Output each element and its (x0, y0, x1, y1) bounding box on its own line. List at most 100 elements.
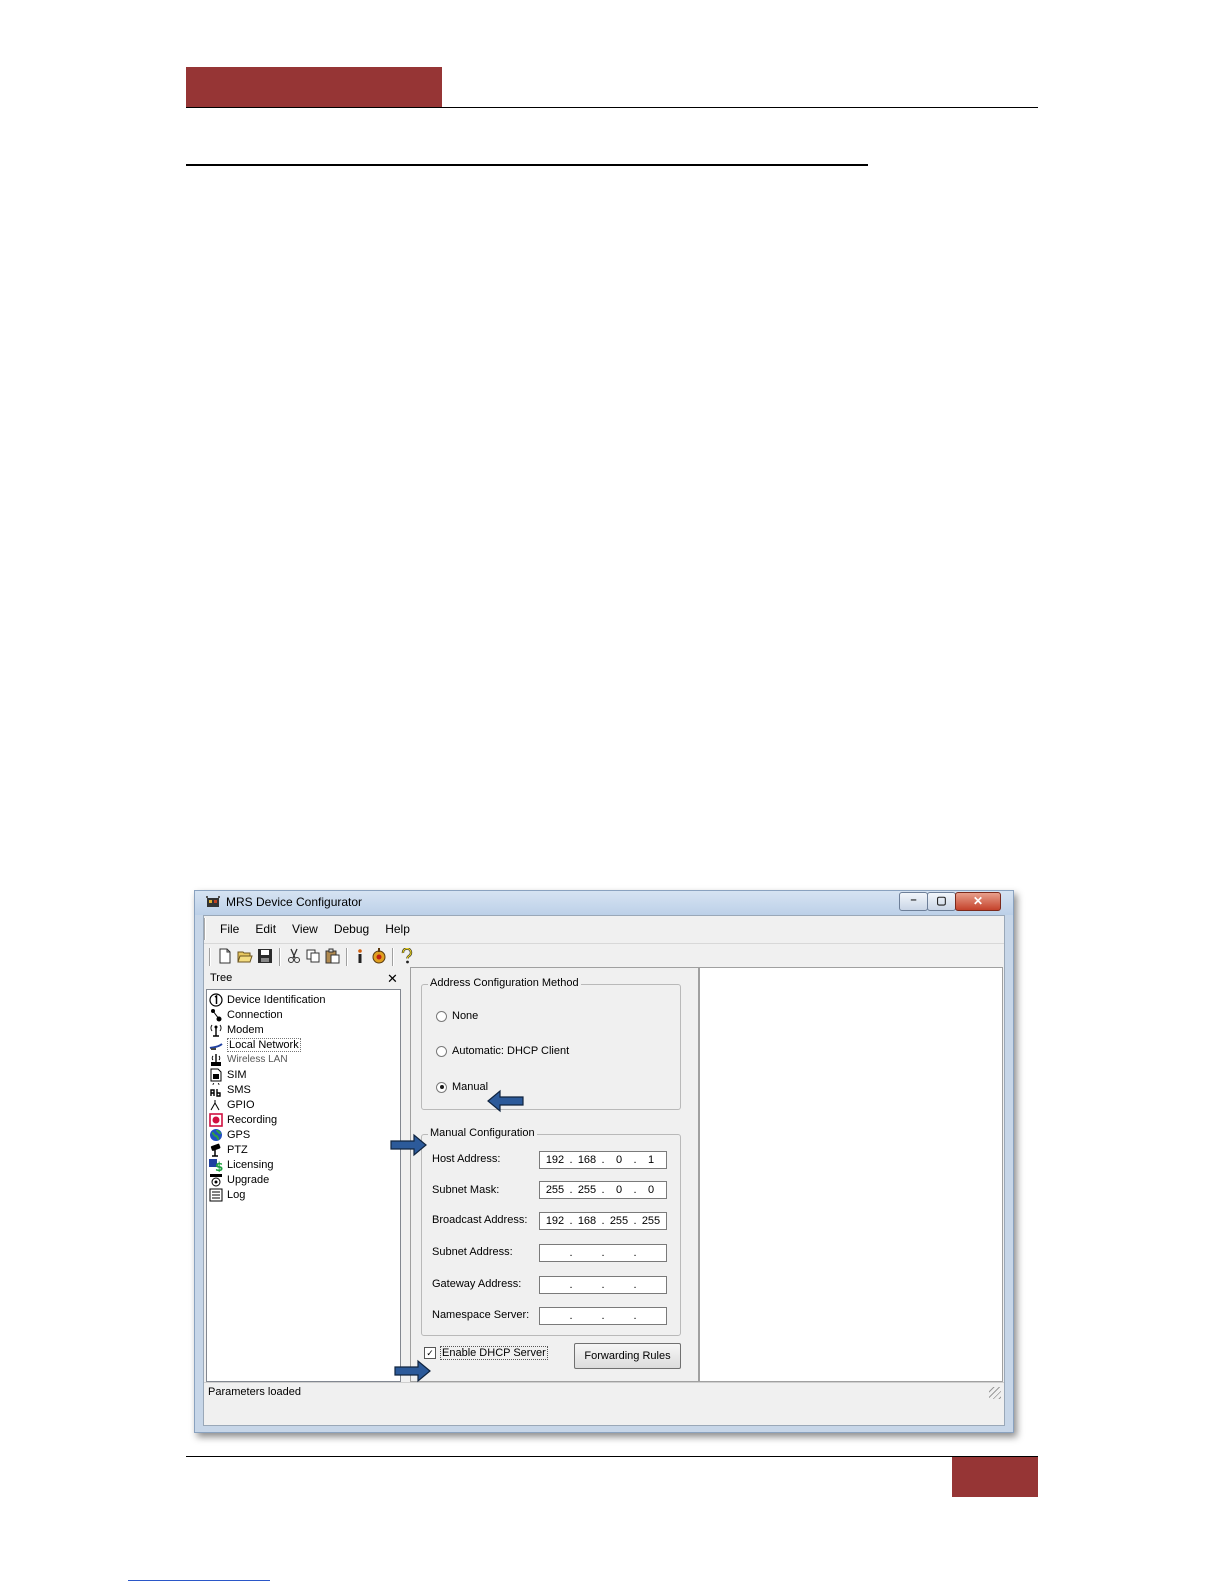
tree-title: Tree (210, 972, 233, 984)
window-titlebar: MRS Device Configurator – ▢ ✕ (195, 891, 1013, 915)
octet: 192 (545, 1215, 565, 1227)
cut-icon[interactable] (286, 948, 302, 964)
subnet-mask-input[interactable]: 255. 255. 0. 0 (539, 1181, 667, 1199)
toolbar-grip (209, 948, 211, 966)
minimize-button[interactable]: – (899, 892, 928, 911)
window-title: MRS Device Configurator (226, 895, 363, 909)
tree-item-upgrade[interactable]: Upgrade (208, 1172, 269, 1187)
status-bar: Parameters loaded (204, 1382, 1004, 1425)
config-pane: Address Configuration Method None Automa… (410, 967, 699, 1382)
tree-item-connection[interactable]: Connection (208, 1007, 283, 1022)
gps-icon (208, 1128, 223, 1142)
menu-view[interactable]: View (284, 918, 326, 940)
broadcast-address-input[interactable]: 192. 168. 255. 255 (539, 1212, 667, 1230)
octet: 255 (609, 1215, 629, 1227)
resize-grip-icon[interactable] (989, 1387, 1001, 1399)
save-icon[interactable] (257, 948, 273, 964)
minimize-icon: – (910, 894, 917, 906)
tree-item-label: SIM (227, 1068, 247, 1081)
octet: 0 (647, 1184, 655, 1196)
paste-icon[interactable] (324, 948, 340, 964)
tree-item-gps[interactable]: GPS (208, 1127, 250, 1142)
radio-manual-label: Manual (452, 1081, 489, 1093)
tree-item-licensing[interactable]: $ Licensing (208, 1157, 273, 1172)
namespace-server-label: Namespace Server: (432, 1309, 530, 1321)
tree-item-modem[interactable]: Modem (208, 1022, 264, 1037)
arrow-left-icon (487, 1089, 524, 1113)
tree-item-label: GPIO (227, 1098, 255, 1111)
tree-item-gpio[interactable]: GPIO (208, 1097, 255, 1112)
manual-config-title: Manual Configuration (428, 1127, 537, 1139)
toolbar (204, 943, 1004, 968)
recording-icon (208, 1112, 223, 1127)
toolbar-separator (346, 948, 348, 966)
octet: 255 (545, 1184, 565, 1196)
octet: 192 (545, 1154, 565, 1166)
tree-item-sim[interactable]: SIM (208, 1067, 247, 1082)
info-icon[interactable] (352, 948, 368, 964)
open-icon[interactable] (237, 948, 253, 964)
radio-dhcp-client[interactable]: Automatic: DHCP Client (436, 1045, 569, 1057)
octet: 168 (577, 1154, 597, 1166)
radio-manual-dot (436, 1081, 447, 1093)
enable-dhcp-server-checkbox[interactable]: ✓ Enable DHCP Server (424, 1346, 548, 1360)
tree-item-log[interactable]: Log (208, 1187, 245, 1202)
maximize-button[interactable]: ▢ (927, 892, 956, 911)
close-button[interactable]: ✕ (955, 892, 1001, 911)
close-icon: ✕ (972, 894, 984, 908)
details-pane (699, 967, 1003, 1382)
tree-pane: Tree ✕ Device Identification Connection … (206, 969, 403, 1382)
checkbox-check-icon: ✓ (424, 1347, 436, 1359)
menu-bar: File Edit View Debug Help (204, 918, 418, 940)
menu-file[interactable]: File (212, 918, 247, 940)
tree-item-local-network[interactable]: Local Network (208, 1037, 301, 1052)
tree-item-wireless-lan[interactable]: Wireless LAN (208, 1052, 288, 1067)
manual-config-group: Manual Configuration Host Address: 192. … (421, 1127, 681, 1336)
menu-debug[interactable]: Debug (326, 918, 377, 940)
header-rule (186, 107, 1038, 108)
tree-item-label: GPS (227, 1128, 251, 1141)
log-icon (208, 1188, 223, 1202)
tree-item-device-identification[interactable]: Device Identification (208, 992, 325, 1007)
new-icon[interactable] (217, 948, 233, 964)
tree-item-ptz[interactable]: PTZ (208, 1142, 248, 1157)
device-id-icon (208, 992, 223, 1007)
footer-accent-bar (952, 1457, 1038, 1497)
radio-none[interactable]: None (436, 1010, 478, 1022)
tree-item-label: Modem (227, 1023, 264, 1036)
namespace-server-input[interactable]: . . . (539, 1307, 667, 1325)
tree-item-label: Wireless LAN (227, 1054, 288, 1065)
octet: 255 (641, 1215, 661, 1227)
help-icon[interactable] (399, 948, 415, 964)
settings-icon[interactable] (371, 948, 387, 964)
radio-manual[interactable]: Manual (436, 1081, 488, 1093)
tree-item-recording[interactable]: Recording (208, 1112, 277, 1127)
tree-item-label: Upgrade (227, 1173, 270, 1186)
section-title-rule (186, 164, 868, 166)
window-buttons: – ▢ ✕ (899, 892, 1001, 911)
broadcast-address-label: Broadcast Address: (432, 1214, 528, 1226)
tree-close-icon[interactable]: ✕ (387, 971, 398, 987)
subnet-address-label: Subnet Address: (432, 1246, 513, 1258)
toolbar-separator (279, 948, 281, 966)
licensing-icon: $ (208, 1158, 223, 1172)
tree-item-label: Recording (227, 1113, 278, 1126)
forwarding-rules-button[interactable]: Forwarding Rules (574, 1343, 681, 1369)
tree-item-label: Local Network (227, 1037, 301, 1052)
octet: 0 (615, 1184, 623, 1196)
copy-icon[interactable] (305, 948, 321, 964)
menu-help[interactable]: Help (377, 918, 418, 940)
tree-item-label: PTZ (227, 1143, 248, 1156)
maximize-icon: ▢ (936, 895, 947, 907)
octet: 168 (577, 1215, 597, 1227)
octet: 1 (647, 1154, 655, 1166)
gateway-address-input[interactable]: . . . (539, 1276, 667, 1294)
subnet-address-input[interactable]: . . . (539, 1244, 667, 1262)
gateway-address-label: Gateway Address: (432, 1278, 522, 1290)
wireless-lan-icon (208, 1053, 223, 1067)
connection-icon (208, 1008, 223, 1022)
tree-item-sms[interactable]: SMS (208, 1082, 251, 1097)
host-address-input[interactable]: 192. 168. 0. 1 (539, 1151, 667, 1169)
ptz-icon (208, 1143, 223, 1157)
menu-edit[interactable]: Edit (247, 918, 284, 940)
